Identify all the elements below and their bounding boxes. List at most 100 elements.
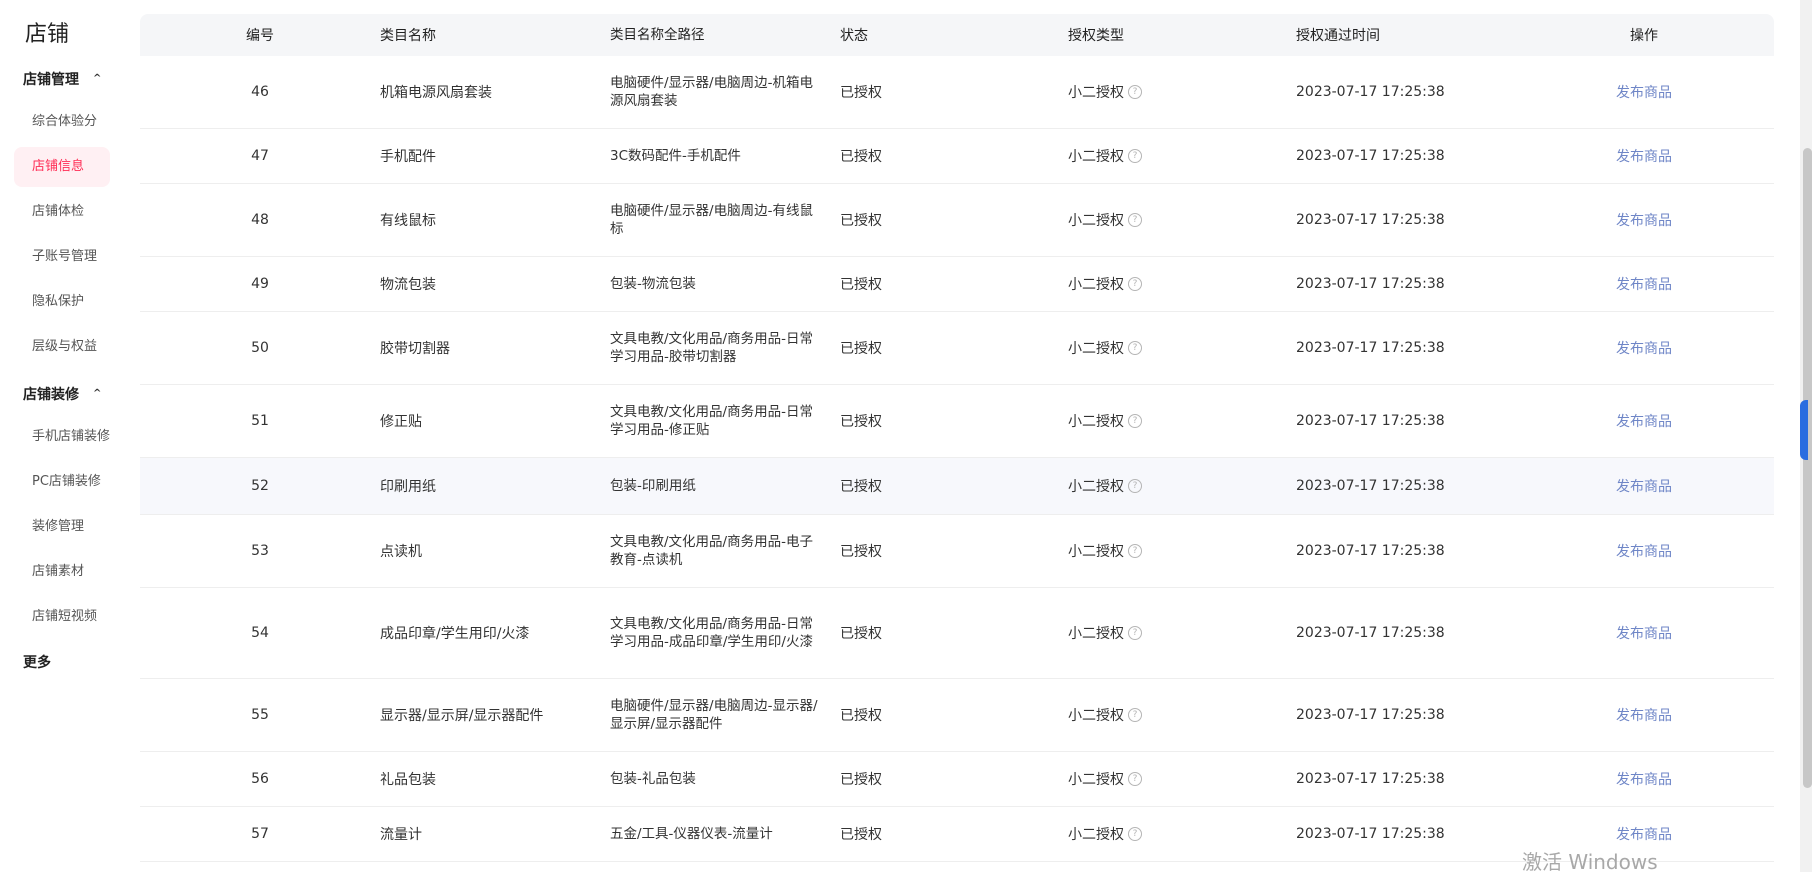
cell-path: 文具电教/文化用品/商务用品-日常学习用品-修正贴 (610, 404, 813, 438)
cell-type: 小二授权? (1058, 769, 1286, 789)
cell-op: 发布商品 (1514, 338, 1774, 358)
publish-product-link[interactable]: 发布商品 (1616, 544, 1672, 560)
cell-time: 2023-07-17 17:25:38 (1296, 826, 1445, 842)
cell-name: 流量计 (380, 827, 422, 843)
publish-product-link[interactable]: 发布商品 (1616, 708, 1672, 724)
cell-no: 53 (251, 543, 269, 559)
question-mark-icon[interactable]: ? (1128, 708, 1142, 722)
cell-path: 文具电教/文化用品/商务用品-日常学习用品-成品印章/学生用印/火漆 (610, 616, 813, 650)
publish-product-link[interactable]: 发布商品 (1616, 414, 1672, 430)
scrollbar-thumb[interactable] (1803, 148, 1812, 788)
cell-time: 2023-07-17 17:25:38 (1296, 84, 1445, 100)
question-mark-icon[interactable]: ? (1128, 277, 1142, 291)
cell-status: 已授权 (840, 479, 882, 495)
publish-product-link[interactable]: 发布商品 (1616, 277, 1672, 293)
cell-time: 2023-07-17 17:25:38 (1296, 543, 1445, 559)
question-mark-icon[interactable]: ? (1128, 626, 1142, 640)
table-row: 56 礼品包装 包装-礼品包装 已授权 小二授权? 2023-07-17 17:25:38… (140, 752, 1774, 807)
question-mark-icon[interactable]: ? (1128, 341, 1142, 355)
auth-type-label: 小二授权 (1068, 85, 1124, 101)
question-mark-icon[interactable]: ? (1128, 85, 1142, 99)
sidebar-item-mobile-decoration[interactable]: 手机店铺装修 (14, 417, 110, 457)
sidebar-item-levels-rights[interactable]: 层级与权益 (14, 327, 110, 367)
cell-no: 48 (251, 212, 269, 228)
sidebar-item-decoration-management[interactable]: 装修管理 (14, 507, 110, 547)
sidebar-item-privacy[interactable]: 隐私保护 (14, 282, 110, 322)
sidebar-item-store-check[interactable]: 店铺体检 (14, 192, 110, 232)
table-row: 49 物流包装 包装-物流包装 已授权 小二授权? 2023-07-17 17:25:38… (140, 257, 1774, 312)
cell-no: 55 (251, 707, 269, 723)
cell-name: 物流包装 (380, 277, 436, 293)
sidebar-item-store-materials[interactable]: 店铺素材 (14, 552, 110, 592)
question-mark-icon[interactable]: ? (1128, 213, 1142, 227)
publish-product-link[interactable]: 发布商品 (1616, 827, 1672, 843)
cell-name: 有线鼠标 (380, 213, 436, 229)
header-status: 状态 (840, 28, 868, 44)
group-label: 店铺管理 (23, 72, 79, 88)
cell-status: 已授权 (840, 85, 882, 101)
sidebar-more[interactable]: 更多 (23, 652, 51, 672)
auth-type-label: 小二授权 (1068, 149, 1124, 165)
sidebar-item-sub-accounts[interactable]: 子账号管理 (14, 237, 110, 277)
cell-no: 50 (251, 340, 269, 356)
group-store-management[interactable]: 店铺管理 ^ (23, 69, 101, 89)
publish-product-link[interactable]: 发布商品 (1616, 213, 1672, 229)
auth-type-label: 小二授权 (1068, 277, 1124, 293)
publish-product-link[interactable]: 发布商品 (1616, 626, 1672, 642)
cell-name: 修正贴 (380, 414, 422, 430)
cell-time: 2023-07-17 17:25:38 (1296, 707, 1445, 723)
cell-op: 发布商品 (1514, 210, 1774, 230)
group-store-decoration[interactable]: 店铺装修 ^ (23, 384, 101, 404)
sidebar-item-store-info[interactable]: 店铺信息 (14, 147, 110, 187)
question-mark-icon[interactable]: ? (1128, 827, 1142, 841)
cell-name: 胶带切割器 (380, 341, 450, 357)
cell-no: 57 (251, 826, 269, 842)
question-mark-icon[interactable]: ? (1128, 479, 1142, 493)
sidebar-item-pc-decoration[interactable]: PC店铺装修 (14, 462, 110, 502)
cell-time: 2023-07-17 17:25:38 (1296, 771, 1445, 787)
table-row: 51 修正贴 文具电教/文化用品/商务用品-日常学习用品-修正贴 已授权 小二授权? 20… (140, 385, 1774, 458)
cell-path: 电脑硬件/显示器/电脑周边-有线鼠标 (610, 203, 813, 237)
category-table: 编号 类目名称 类目名称全路径 状态 授权类型 授权通过时间 操作 46 机箱电源… (140, 14, 1774, 862)
cell-op: 发布商品 (1514, 411, 1774, 431)
cell-path: 包装-礼品包装 (610, 771, 696, 787)
cell-no: 51 (251, 413, 269, 429)
question-mark-icon[interactable]: ? (1128, 772, 1142, 786)
publish-product-link[interactable]: 发布商品 (1616, 149, 1672, 165)
cell-type: 小二授权? (1058, 541, 1286, 561)
table-row: 53 点读机 文具电教/文化用品/商务用品-电子教育-点读机 已授权 小二授权? 2023… (140, 515, 1774, 588)
cell-type: 小二授权? (1058, 274, 1286, 294)
cell-time: 2023-07-17 17:25:38 (1296, 478, 1445, 494)
cell-op: 发布商品 (1514, 623, 1774, 643)
cell-name: 显示器/显示屏/显示器配件 (380, 708, 544, 724)
cell-status: 已授权 (840, 708, 882, 724)
publish-product-link[interactable]: 发布商品 (1616, 341, 1672, 357)
cell-op: 发布商品 (1514, 769, 1774, 789)
publish-product-link[interactable]: 发布商品 (1616, 772, 1672, 788)
publish-product-link[interactable]: 发布商品 (1616, 85, 1672, 101)
table-row: 52 印刷用纸 包装-印刷用纸 已授权 小二授权? 2023-07-17 17:25:38… (140, 458, 1774, 515)
cell-op: 发布商品 (1514, 541, 1774, 561)
sidebar: 店铺 店铺管理 ^ 综合体验分 店铺信息 店铺体检 子账号管理 隐私保护 层级与… (0, 0, 128, 872)
cell-op: 发布商品 (1514, 82, 1774, 102)
auth-type-label: 小二授权 (1068, 544, 1124, 560)
header-path: 类目名称全路径 (610, 27, 705, 43)
header-type: 授权类型 (1068, 28, 1124, 44)
cell-status: 已授权 (840, 341, 882, 357)
question-mark-icon[interactable]: ? (1128, 149, 1142, 163)
publish-product-link[interactable]: 发布商品 (1616, 479, 1672, 495)
sidebar-item-experience-score[interactable]: 综合体验分 (14, 102, 110, 142)
cell-path: 文具电教/文化用品/商务用品-日常学习用品-胶带切割器 (610, 331, 813, 365)
question-mark-icon[interactable]: ? (1128, 544, 1142, 558)
sidebar-item-short-videos[interactable]: 店铺短视频 (14, 597, 110, 637)
cell-op: 发布商品 (1514, 146, 1774, 166)
cell-name: 手机配件 (380, 149, 436, 165)
cell-status: 已授权 (840, 277, 882, 293)
chevron-up-icon: ^ (93, 72, 102, 84)
floating-edge-handle[interactable] (1800, 400, 1808, 460)
cell-no: 46 (251, 84, 269, 100)
cell-status: 已授权 (840, 213, 882, 229)
table-row: 46 机箱电源风扇套装 电脑硬件/显示器/电脑周边-机箱电源风扇套装 已授权 小二授权?… (140, 56, 1774, 129)
auth-type-label: 小二授权 (1068, 708, 1124, 724)
question-mark-icon[interactable]: ? (1128, 414, 1142, 428)
